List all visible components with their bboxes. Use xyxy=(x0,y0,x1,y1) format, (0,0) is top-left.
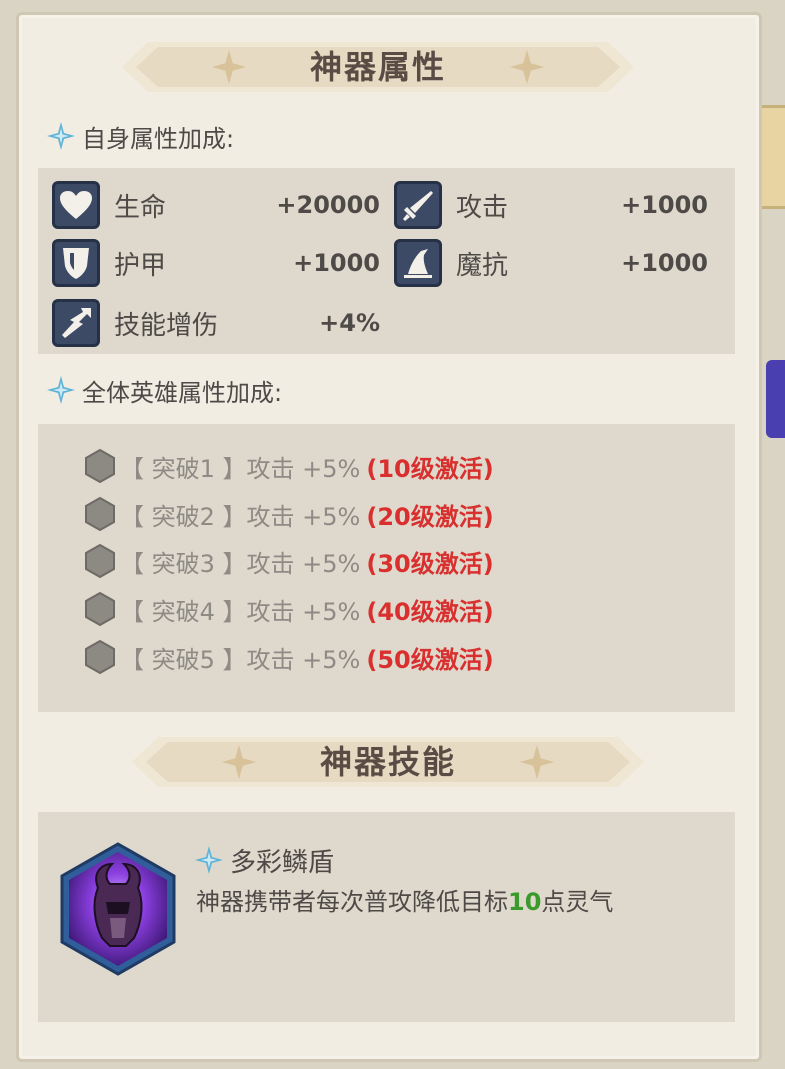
self-bonus-box: 生命 +20000 攻击 +1000 护甲 +1000 魔抗 +1000 技能增… xyxy=(38,168,735,354)
stat-row-armor: 护甲 +1000 xyxy=(52,238,380,288)
wizard-hat-icon xyxy=(394,239,442,287)
section-title: 神器技能 xyxy=(319,743,456,781)
skill-name: 多彩鳞盾 xyxy=(194,842,334,878)
breakthrough-row: 【 突破4 】攻击 +5% (40级激活) xyxy=(84,589,494,629)
breakthrough-row: 【 突破3 】攻击 +5% (30级激活) xyxy=(84,541,494,581)
breakthrough-row: 【 突破5 】攻击 +5% (50级激活) xyxy=(84,637,494,677)
heart-icon xyxy=(52,181,100,229)
hexagon-icon xyxy=(85,497,115,531)
skill-description: 神器携带者每次普攻降低目标10点灵气 xyxy=(196,888,614,916)
section-title: 神器属性 xyxy=(309,48,446,86)
hexagon-icon xyxy=(85,544,115,578)
artifact-skill-banner: 神器技能 xyxy=(132,737,644,787)
stat-row-magic-resist: 魔抗 +1000 xyxy=(394,238,708,288)
skill-damage-icon xyxy=(52,299,100,347)
shield-icon xyxy=(52,239,100,287)
team-bonus-label: 全体英雄属性加成: xyxy=(46,374,282,407)
breakthrough-row: 【 突破1 】攻击 +5% (10级激活) xyxy=(84,446,494,486)
star-icon xyxy=(195,846,223,874)
artifact-attributes-banner: 神器属性 xyxy=(122,42,634,92)
stat-row-attack: 攻击 +1000 xyxy=(394,180,708,230)
star-icon xyxy=(47,122,75,150)
breakthrough-row: 【 突破2 】攻击 +5% (20级激活) xyxy=(84,494,494,534)
hexagon-icon xyxy=(85,592,115,626)
stat-row-skill-damage: 技能增伤 +4% xyxy=(52,298,380,348)
stat-row-life: 生命 +20000 xyxy=(52,180,380,230)
self-bonus-label: 自身属性加成: xyxy=(46,120,234,153)
horned-helmet-icon[interactable] xyxy=(58,842,178,976)
side-gem[interactable] xyxy=(766,360,785,438)
star-icon xyxy=(47,376,75,404)
hexagon-icon xyxy=(85,640,115,674)
hexagon-icon xyxy=(85,449,115,483)
sword-icon xyxy=(394,181,442,229)
